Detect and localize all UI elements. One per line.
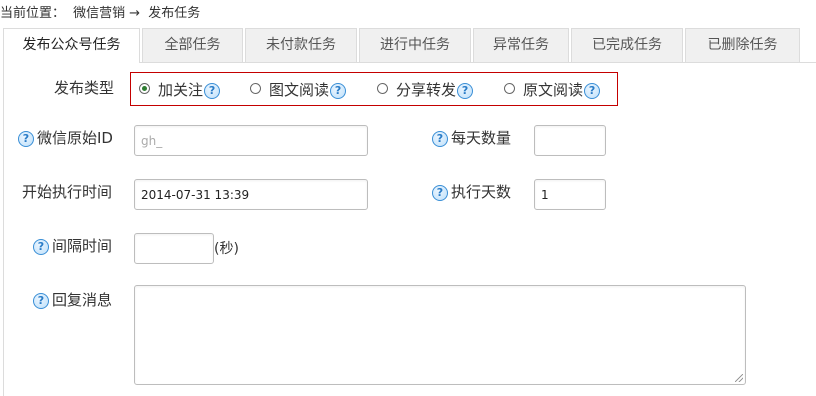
tab-all-tasks[interactable]: 全部任务 bbox=[142, 28, 243, 62]
daily-count-label: 每天数量 bbox=[451, 129, 512, 147]
breadcrumb-current: 发布任务 bbox=[148, 6, 201, 21]
tab-abnormal-tasks[interactable]: 异常任务 bbox=[473, 28, 569, 62]
publish-type-group: 加关注? 图文阅读? 分享转发? 原文阅读? bbox=[130, 72, 618, 106]
days-label: 执行天数 bbox=[451, 183, 512, 201]
resize-grip-icon[interactable] bbox=[735, 374, 743, 382]
start-time-label: 开始执行时间 bbox=[22, 183, 113, 201]
interval-label-group: ? 间隔时间 bbox=[33, 236, 112, 256]
radio-share-forward[interactable] bbox=[377, 83, 388, 94]
tab-in-progress-tasks[interactable]: 进行中任务 bbox=[359, 28, 471, 62]
reply-label: 回复消息 bbox=[52, 291, 113, 309]
question-circle-icon[interactable]: ? bbox=[33, 292, 49, 309]
breadcrumb-prefix: 当前位置： bbox=[0, 6, 66, 21]
reply-message-textarea[interactable] bbox=[134, 285, 746, 385]
breadcrumb-section[interactable]: 微信营销 bbox=[73, 6, 125, 21]
radio-original-read[interactable] bbox=[504, 83, 515, 94]
wechat-id-label-group: ? 微信原始ID bbox=[18, 128, 113, 148]
type-follow-label: 加关注 bbox=[158, 81, 204, 99]
daily-count-label-group: ? 每天数量 bbox=[432, 128, 511, 148]
interval-unit: (秒) bbox=[214, 241, 239, 257]
reply-label-group: ? 回复消息 bbox=[33, 290, 112, 310]
type-original-read-label: 原文阅读 bbox=[523, 81, 584, 99]
tab-deleted-tasks[interactable]: 已删除任务 bbox=[685, 28, 800, 62]
question-circle-icon[interactable]: ? bbox=[33, 238, 49, 255]
question-circle-icon[interactable]: ? bbox=[584, 82, 601, 99]
tab-completed-tasks[interactable]: 已完成任务 bbox=[571, 28, 683, 62]
interval-input[interactable] bbox=[134, 233, 214, 264]
question-circle-icon[interactable]: ? bbox=[18, 130, 34, 147]
task-tabs: 发布公众号任务 全部任务 未付款任务 进行中任务 异常任务 已完成任务 已删除任… bbox=[3, 28, 816, 63]
wechat-id-input[interactable] bbox=[134, 125, 368, 156]
breadcrumb-arrow: → bbox=[129, 6, 141, 21]
daily-count-input[interactable] bbox=[534, 125, 606, 156]
question-circle-icon[interactable]: ? bbox=[330, 82, 347, 99]
radio-follow[interactable] bbox=[139, 83, 150, 94]
question-circle-icon[interactable]: ? bbox=[432, 130, 448, 147]
question-circle-icon[interactable]: ? bbox=[204, 82, 221, 99]
wechat-id-label: 微信原始ID bbox=[37, 129, 113, 147]
start-time-input[interactable] bbox=[134, 179, 368, 210]
type-share-forward-label: 分享转发 bbox=[396, 81, 457, 99]
breadcrumb: 当前位置： 微信营销 → 发布任务 bbox=[0, 2, 204, 21]
type-article-read-label: 图文阅读 bbox=[269, 81, 330, 99]
interval-label: 间隔时间 bbox=[52, 237, 113, 255]
radio-article-read[interactable] bbox=[250, 83, 261, 94]
publish-type-label: 发布类型 bbox=[54, 79, 115, 97]
question-circle-icon[interactable]: ? bbox=[457, 82, 474, 99]
days-input[interactable] bbox=[534, 179, 606, 210]
tab-publish-official-account-task[interactable]: 发布公众号任务 bbox=[3, 28, 140, 63]
question-circle-icon[interactable]: ? bbox=[432, 184, 448, 201]
days-label-group: ? 执行天数 bbox=[432, 182, 511, 202]
tab-unpaid-tasks[interactable]: 未付款任务 bbox=[245, 28, 357, 62]
type-option-original-read[interactable]: 原文阅读? bbox=[504, 81, 601, 99]
type-option-share-forward[interactable]: 分享转发? bbox=[377, 81, 474, 99]
type-option-article-read[interactable]: 图文阅读? bbox=[250, 81, 347, 99]
type-option-follow[interactable]: 加关注? bbox=[139, 81, 221, 99]
